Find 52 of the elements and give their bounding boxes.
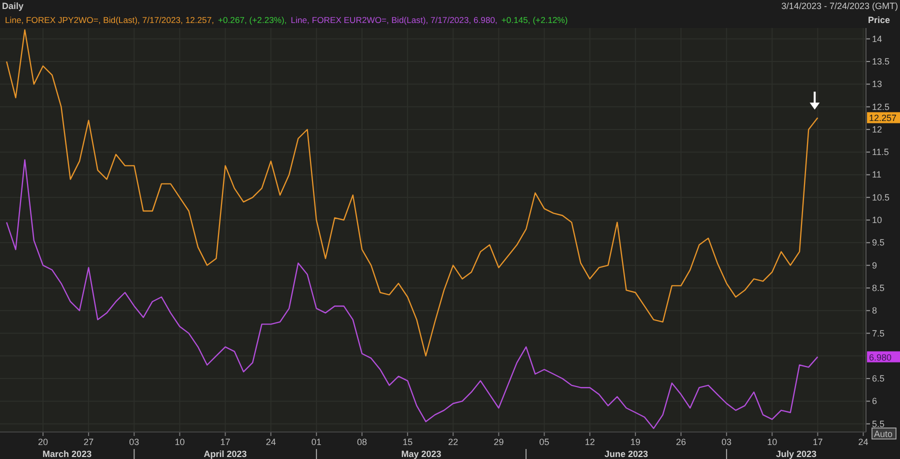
tick-label: 13 [872, 79, 882, 90]
tick-label: 03 [129, 437, 140, 447]
auto-button[interactable]: Auto [872, 428, 896, 440]
tick-label: 5.5 [872, 418, 885, 429]
legend-label: Line, FOREX EUR2WO=, Bid(Last), 7/17/2023, 6.980, [290, 14, 498, 24]
axis-title: Price [868, 14, 892, 24]
tick-label: 9.5 [872, 238, 885, 248]
tick-label: 27 [84, 437, 94, 447]
tick-label: 08 [357, 437, 367, 447]
tick-label: 20 [38, 437, 48, 447]
tick-label: 24 [266, 437, 276, 447]
date-range: 3/14/2023 - 7/24/2023 (GMT) [781, 1, 898, 11]
tick-label: 10.5 [872, 192, 890, 202]
tick-label: 10 [174, 437, 185, 447]
tick-label: 6 [872, 396, 878, 406]
tick-label: 12 [872, 124, 882, 134]
tick-label: 10 [767, 437, 778, 447]
change-value: +0.145, (+2.12%) [501, 14, 568, 24]
value-tag: 6.980 [867, 351, 900, 362]
value-tag: 12.257 [867, 112, 900, 124]
tick-label: 03 [722, 437, 732, 447]
tick-label: 26 [676, 437, 686, 447]
tick-label: 17 [220, 437, 230, 447]
month-label: July 2023 [776, 449, 817, 459]
tick-label: 9 [872, 260, 878, 270]
tick-label: 01 [311, 437, 322, 447]
tick-label: 12.5 [872, 102, 890, 112]
month-label: April 2023 [204, 449, 247, 459]
tick-label: 13.5 [872, 56, 890, 67]
tick-label: 14 [872, 34, 882, 44]
tick-label: 15 [402, 437, 413, 447]
tick-label: 22 [448, 437, 458, 447]
arrow-icon [810, 92, 820, 110]
tick-label: 7.5 [872, 328, 885, 338]
tick-label: 29 [494, 437, 504, 447]
tick-label: 10 [872, 215, 882, 226]
tick-label: 24 [858, 437, 868, 447]
tick-label: 19 [630, 437, 640, 447]
change-value: +0.267, (+2.23%), [218, 14, 287, 24]
tick-label: 05 [539, 437, 550, 447]
tick-label: 12 [584, 437, 595, 447]
legend-label: Line, FOREX JPY2WO=, Bid(Last), 7/17/2023, 12.257, [5, 14, 214, 24]
tick-label: 11 [872, 170, 882, 180]
tick-label: 11.5 [872, 147, 889, 158]
month-label: June 2023 [604, 449, 648, 459]
month-label: May 2023 [401, 449, 442, 459]
chart-title: Daily [2, 1, 24, 11]
tick-label: 8.5 [872, 282, 885, 293]
tick-label: 8 [872, 306, 878, 316]
month-label: March 2023 [42, 449, 92, 459]
tick-label: 6.5 [872, 374, 885, 384]
tick-label: 17 [812, 437, 823, 447]
